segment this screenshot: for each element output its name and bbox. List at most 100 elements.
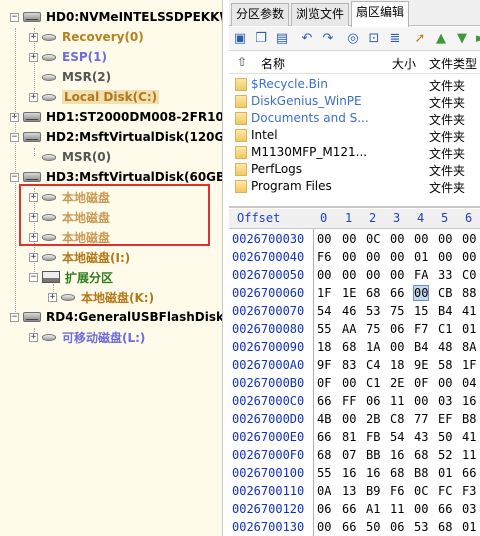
hex-byte[interactable]: 75: [390, 304, 404, 318]
column-name[interactable]: 名称: [261, 55, 285, 72]
save-icon[interactable]: ▣: [232, 31, 248, 47]
tree-partition-esp[interactable]: + ESP(1): [29, 47, 107, 67]
file-row[interactable]: PerfLogs 文件夹: [229, 161, 480, 178]
expand-icon[interactable]: +: [29, 92, 38, 102]
hex-byte[interactable]: B8: [462, 412, 476, 426]
find-next-icon[interactable]: ⊡: [366, 31, 382, 47]
tree-partition-local-k[interactable]: + 本地磁盘(K:): [48, 287, 154, 307]
hex-byte[interactable]: 66: [317, 394, 331, 408]
hex-byte[interactable]: 00: [390, 250, 404, 264]
hex-byte[interactable]: 43: [414, 430, 428, 444]
hex-byte[interactable]: B8: [414, 466, 428, 480]
hex-byte[interactable]: B9: [366, 484, 380, 498]
hex-byte[interactable]: 00: [317, 268, 331, 282]
hex-byte[interactable]: 75: [366, 322, 380, 336]
collapse-icon[interactable]: −: [10, 172, 19, 182]
tree-extended-partition[interactable]: − 扩展分区: [29, 267, 113, 287]
hex-byte[interactable]: A1: [366, 502, 380, 516]
hex-byte[interactable]: 50: [438, 430, 452, 444]
tree-disk-hd0[interactable]: − HD0:NVMeINTELSSDPEKKW2: [10, 7, 222, 27]
up-icon[interactable]: ▲: [433, 31, 449, 47]
hex-byte[interactable]: 00: [438, 232, 452, 246]
disk-tree-panel[interactable]: − HD0:NVMeINTELSSDPEKKW2 + Recovery(0) +…: [0, 0, 223, 536]
hex-byte[interactable]: BB: [366, 448, 380, 462]
hex-byte[interactable]: 52: [438, 448, 452, 462]
hex-byte[interactable]: FA: [414, 268, 428, 282]
hex-byte[interactable]: 00: [366, 268, 380, 282]
tree-disk-rd4[interactable]: − RD4:GeneralUSBFlashDisk(4(: [10, 307, 222, 327]
hex-byte[interactable]: 15: [414, 304, 428, 318]
tree-partition-msr0[interactable]: MSR(0): [29, 147, 111, 167]
expand-icon[interactable]: +: [10, 112, 19, 122]
hex-byte[interactable]: 04: [462, 376, 476, 390]
hex-byte[interactable]: 50: [366, 520, 380, 534]
hex-byte[interactable]: FB: [366, 430, 380, 444]
hex-byte[interactable]: 54: [317, 304, 331, 318]
hex-byte[interactable]: 41: [462, 304, 476, 318]
hex-byte[interactable]: F7: [414, 322, 428, 336]
file-row[interactable]: Program Files 文件夹: [229, 178, 480, 195]
hex-byte[interactable]: 8A: [462, 340, 476, 354]
hex-byte[interactable]: 01: [462, 322, 476, 336]
file-row[interactable]: M1130MFP_M121... 文件夹: [229, 144, 480, 161]
hex-byte[interactable]: 00: [438, 376, 452, 390]
hex-byte[interactable]: 07: [342, 448, 356, 462]
hex-byte[interactable]: 68: [438, 520, 452, 534]
hex-byte[interactable]: 1F: [317, 286, 331, 300]
hex-byte[interactable]: 66: [342, 502, 356, 516]
down-icon[interactable]: ▼: [454, 31, 470, 47]
forward-icon[interactable]: ►: [473, 31, 480, 47]
hex-byte[interactable]: 06: [390, 520, 404, 534]
hex-byte[interactable]: AA: [342, 322, 356, 336]
hex-byte[interactable]: FF: [342, 394, 356, 408]
hex-byte[interactable]: 00: [317, 520, 331, 534]
hex-byte[interactable]: 68: [366, 286, 380, 300]
file-row[interactable]: $Recycle.Bin 文件夹: [229, 76, 480, 93]
hex-byte[interactable]: 03: [462, 502, 476, 516]
file-row[interactable]: Documents and S... 文件夹: [229, 110, 480, 127]
hex-byte[interactable]: C8: [390, 412, 404, 426]
hex-byte[interactable]: 48: [438, 340, 452, 354]
collapse-icon[interactable]: −: [29, 272, 38, 282]
hex-editor[interactable]: Offset 0123456 0026700030 00 00 0C 00 00 00 00 0…: [229, 209, 480, 536]
tree-partition-local-i[interactable]: + 本地磁盘(I:): [29, 247, 130, 267]
copy-icon[interactable]: ❐: [253, 31, 269, 47]
hex-byte[interactable]: 03: [438, 394, 452, 408]
tab-browse-files[interactable]: 浏览文件: [291, 3, 349, 26]
hex-byte[interactable]: 53: [414, 520, 428, 534]
expand-icon[interactable]: +: [29, 332, 38, 342]
hex-byte[interactable]: B4: [414, 340, 428, 354]
expand-icon[interactable]: +: [48, 292, 57, 302]
collapse-icon[interactable]: −: [10, 132, 19, 142]
tab-partition-params[interactable]: 分区参数: [231, 3, 289, 26]
tree-disk-hd1[interactable]: + HD1:ST2000DM008-2FR102(1: [10, 107, 222, 127]
hex-byte[interactable]: 00: [366, 250, 380, 264]
hex-byte[interactable]: 68: [390, 466, 404, 480]
tab-sector-edit[interactable]: 扇区编辑: [351, 1, 409, 27]
hex-byte[interactable]: C0: [462, 268, 476, 282]
hex-byte[interactable]: 9F: [317, 358, 331, 372]
hex-byte[interactable]: 9E: [414, 358, 428, 372]
hex-byte[interactable]: 55: [317, 466, 331, 480]
hex-byte[interactable]: EF: [438, 412, 452, 426]
hex-byte[interactable]: 00: [342, 376, 356, 390]
hex-byte[interactable]: 11: [390, 394, 404, 408]
hex-byte[interactable]: 00: [390, 340, 404, 354]
hex-byte[interactable]: F6: [390, 484, 404, 498]
hex-byte[interactable]: 16: [462, 394, 476, 408]
hex-byte[interactable]: 68: [414, 448, 428, 462]
tree-partition-removable-l[interactable]: + 可移动磁盘(L:): [29, 327, 145, 347]
find-icon[interactable]: ◎: [345, 31, 361, 47]
hex-byte[interactable]: 2E: [390, 376, 404, 390]
hex-byte[interactable]: 00: [342, 412, 356, 426]
tree-partition-local-c[interactable]: + Local Disk(C:): [29, 87, 160, 107]
hex-byte[interactable]: C1: [366, 376, 380, 390]
hex-byte[interactable]: F6: [317, 250, 331, 264]
hex-byte[interactable]: C1: [438, 322, 452, 336]
hex-byte[interactable]: 13: [342, 484, 356, 498]
hex-byte[interactable]: 66: [462, 466, 476, 480]
hex-byte[interactable]: 58: [438, 358, 452, 372]
hex-byte[interactable]: F3: [462, 484, 476, 498]
hex-byte[interactable]: 53: [366, 304, 380, 318]
tree-partition-msr[interactable]: MSR(2): [29, 67, 111, 87]
